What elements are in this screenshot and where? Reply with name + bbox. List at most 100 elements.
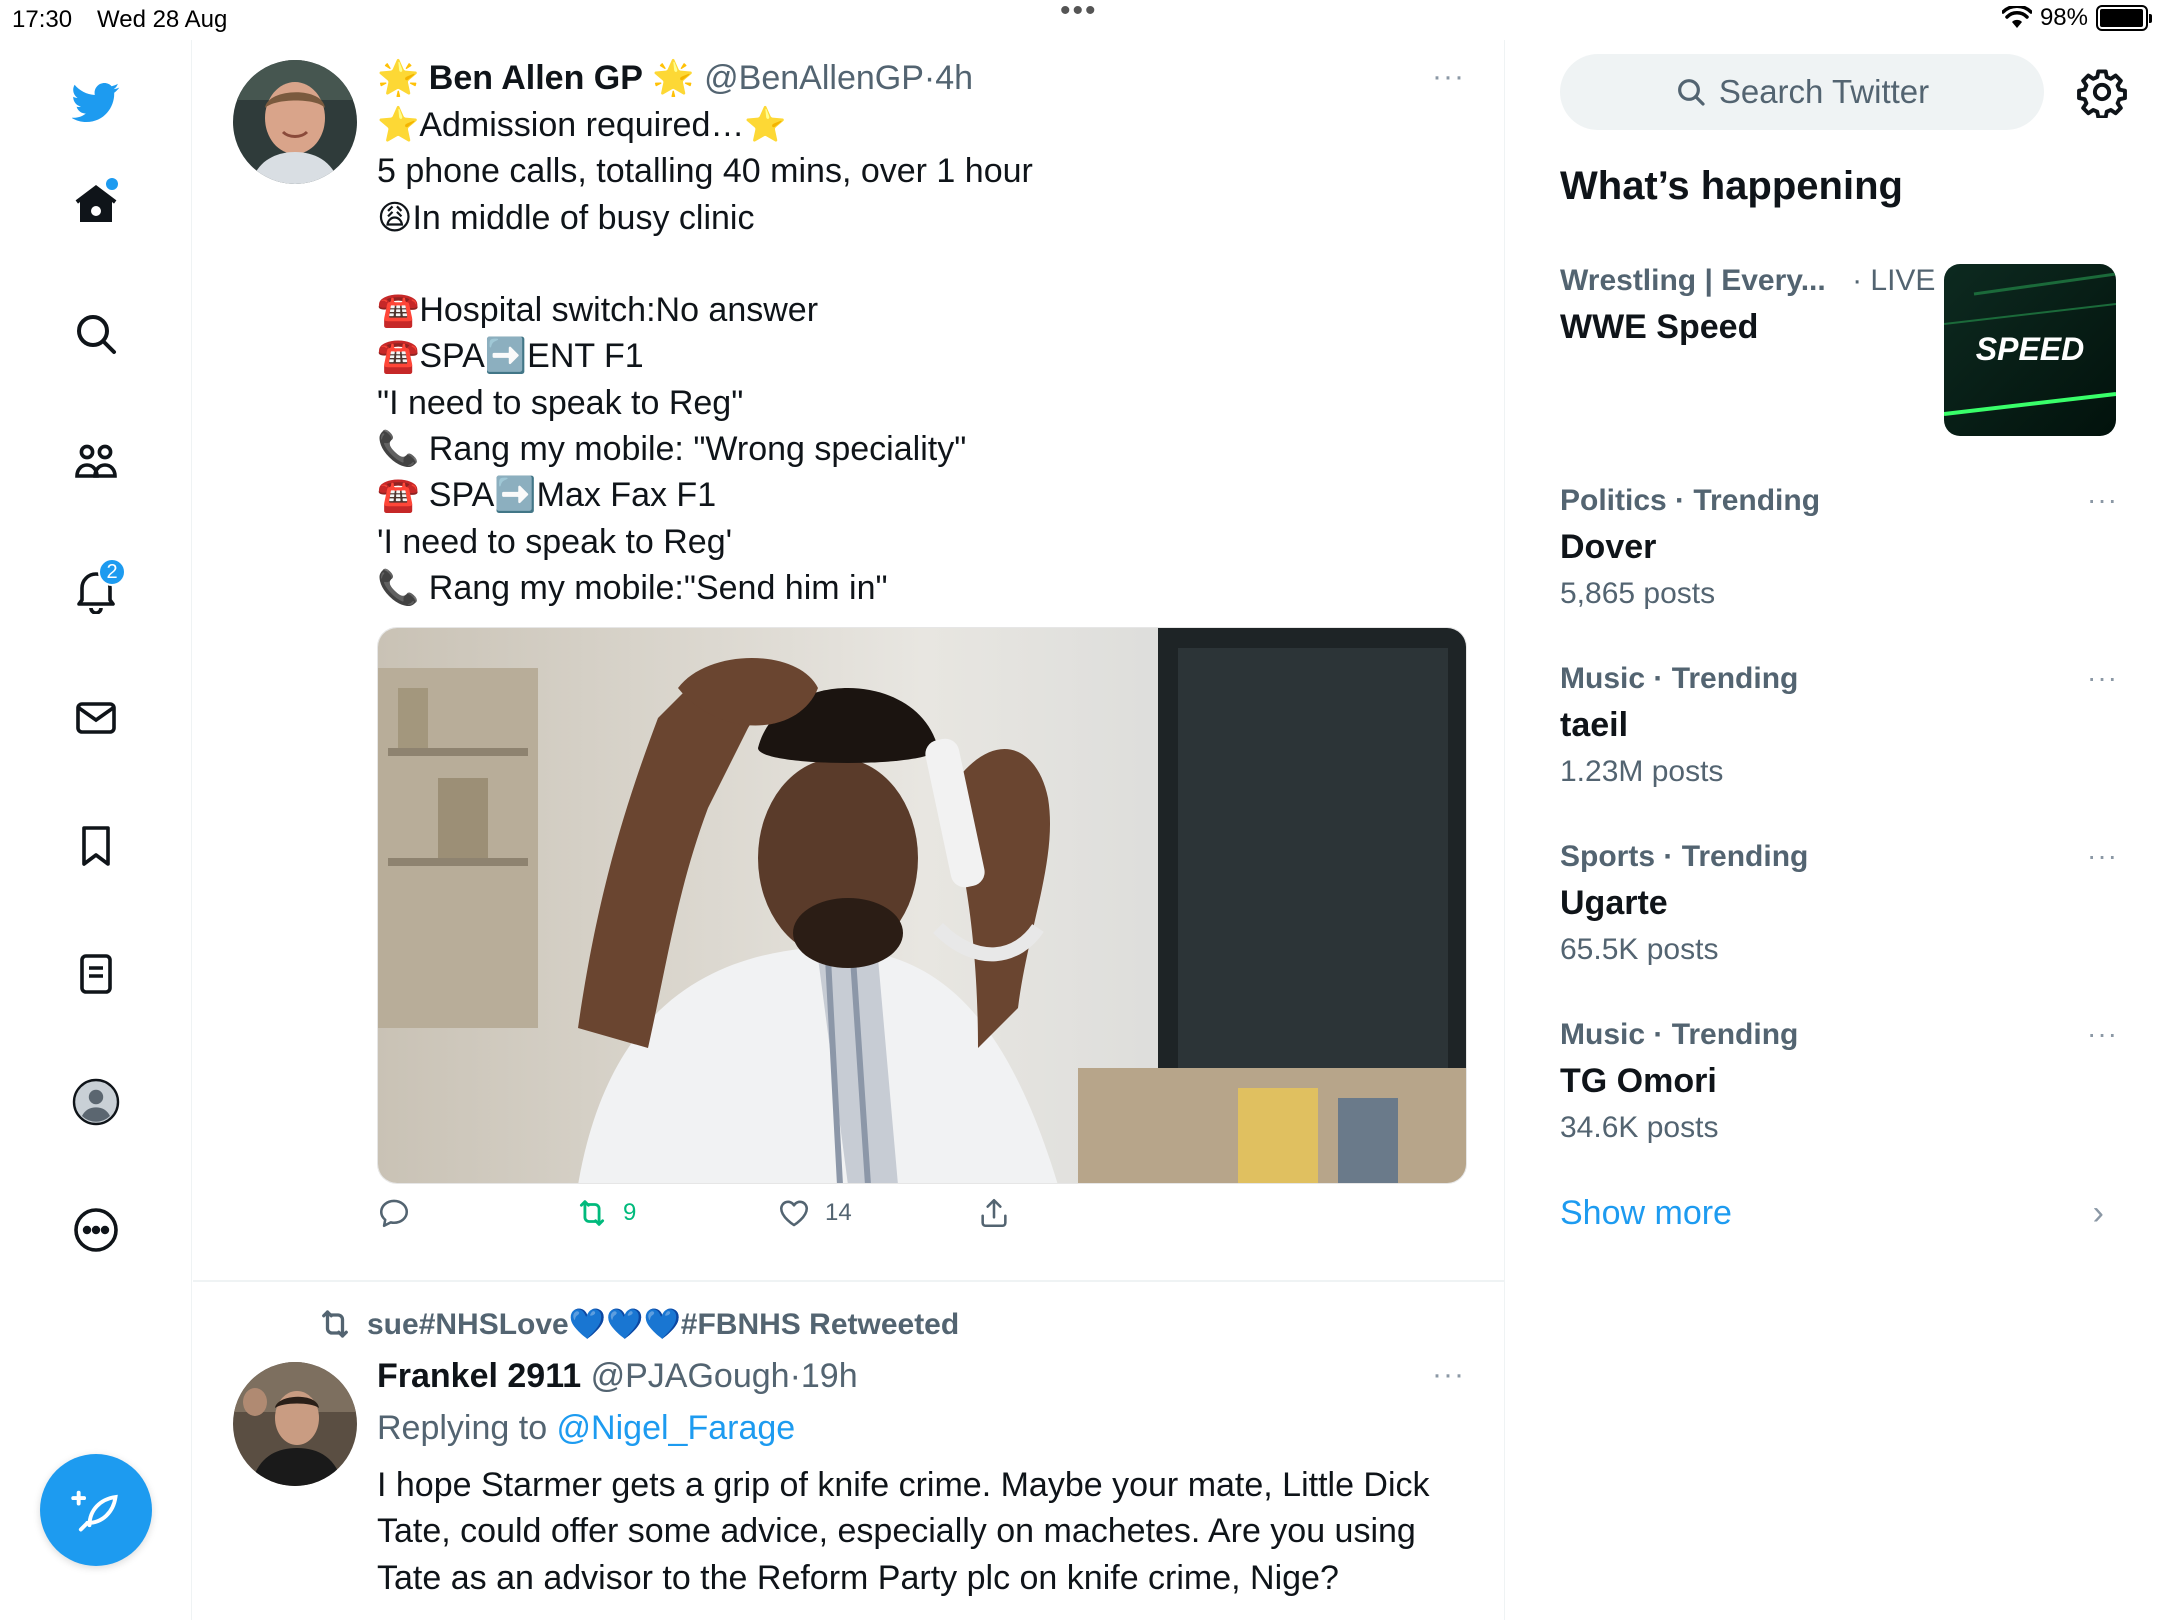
tweet-image[interactable] [377,627,1467,1185]
name-star-right: 🌟 [652,59,695,97]
tweet-body: 🌟 Ben Allen GP 🌟 @BenAllenGP·4h ⭐Admissi… [377,54,1477,1256]
trend-sep: · [1666,484,1694,517]
trend-title: Ugarte [1560,884,1668,922]
reply-button[interactable] [377,1196,425,1230]
trend-title: Dover [1560,528,1657,566]
author-handle[interactable]: @PJAGough [591,1357,790,1395]
share-button[interactable] [977,1196,1011,1230]
notifications-badge: 2 [98,558,126,586]
tweet-time[interactable]: 4h [935,59,973,97]
author-handle[interactable]: @BenAllenGP [704,59,924,97]
twitter-logo-icon[interactable] [64,70,128,134]
trend-label: Trending [1693,484,1821,517]
live-label: · LIVE [1852,264,1936,297]
status-time: 17:30 [12,6,73,33]
search-placeholder: Search Twitter [1718,73,1930,110]
author-name[interactable]: Ben Allen GP [429,59,643,97]
avatar[interactable] [233,1362,357,1486]
retweet-button[interactable]: 9 [575,1196,636,1230]
like-button[interactable]: 14 [777,1196,852,1230]
status-bar: 17:30 Wed 28 Aug ••• 98% [0,0,2160,40]
trend-item[interactable]: Sports · Trending Ugarte 65.5K posts ··· [1560,840,2120,967]
trend-meta: Sports · Trending [1560,840,2120,874]
more-icon[interactable] [64,1198,128,1262]
trend-item[interactable]: Politics · Trending Dover 5,865 posts ··… [1560,484,2120,611]
profile-icon[interactable] [64,1070,128,1134]
avatar[interactable] [233,60,357,184]
header-separator: · [923,59,936,97]
tweet-more-icon[interactable]: ··· [1432,60,1465,94]
replying-to-handle[interactable]: @Nigel_Farage [557,1409,796,1447]
trend-label: Trending [1671,1018,1799,1051]
retweeted-by-text[interactable]: sue#NHSLove💙💙💙#FBNHS Retweeted [367,1307,959,1342]
timeline: 🌟 Ben Allen GP 🌟 @BenAllenGP·4h ⭐Admissi… [193,40,1505,1620]
featured-trend[interactable]: Wrestling | Every... · LIVE WWE Speed SP… [1560,264,2120,444]
trend-more-icon[interactable]: ··· [2087,484,2118,516]
compose-button[interactable] [40,1454,152,1566]
trend-item[interactable]: Music · Trending taeil 1.23M posts ··· [1560,662,2120,789]
trend-more-icon[interactable]: ··· [2087,840,2118,872]
tweet-header: 🌟 Ben Allen GP 🌟 @BenAllenGP·4h [377,54,1477,102]
app-screen: 17:30 Wed 28 Aug ••• 98% 2 🌟 Ben Allen G… [0,0,2160,1620]
tweet-header: Frankel 2911 @PJAGough·19h [377,1352,1477,1400]
search-input[interactable]: Search Twitter [1560,54,2044,130]
trend-title: TG Omori [1560,1062,1717,1100]
thumb-text: SPEED [1976,331,2084,367]
trend-thumbnail[interactable]: SPEED [1944,264,2116,436]
chevron-right-icon: › [2092,1194,2104,1232]
compose-icon [71,1490,118,1532]
trend-count: 65.5K posts [1560,933,1719,966]
trend-more-icon[interactable]: ··· [2087,1018,2118,1050]
wifi-icon [2001,6,2032,28]
trend-category: Music [1560,1018,1646,1051]
trend-meta: Music · Trending [1560,1018,2120,1052]
trend-item[interactable]: Music · Trending TG Omori 34.6K posts ··… [1560,1018,2120,1145]
tweet-frankel[interactable]: sue#NHSLove💙💙💙#FBNHS Retweeted Frankel 2… [193,1282,1505,1620]
tweet-more-icon[interactable]: ··· [1432,1358,1465,1392]
trend-more-icon[interactable]: ··· [2087,662,2118,694]
battery-percent: 98% [2039,4,2088,31]
author-name[interactable]: Frankel 2911 [377,1357,581,1395]
battery-icon [2096,5,2152,31]
status-date: Wed 28 Aug [97,6,228,33]
home-unread-dot [106,178,118,190]
home-icon[interactable] [64,172,128,236]
trend-category: Sports [1560,840,1656,873]
replying-to-prefix: Replying to [377,1409,557,1447]
left-nav: 2 [0,40,192,1620]
bell-icon[interactable]: 2 [64,558,128,622]
tweet-time[interactable]: 19h [801,1357,858,1395]
trend-meta: Politics · Trending [1560,484,2120,518]
bookmark-icon[interactable] [64,814,128,878]
name-star-left: 🌟 [377,59,420,97]
tweet-body: Frankel 2911 @PJAGough·19h Replying to @… [377,1352,1477,1601]
section-title: What’s happening [1560,164,1903,208]
retweet-icon [322,1310,348,1338]
tweet-text: I hope Starmer gets a grip of knife crim… [377,1466,1439,1597]
search-icon[interactable] [64,302,128,366]
retweet-count: 9 [623,1199,637,1227]
trend-count: 5,865 posts [1560,577,1716,610]
communities-icon[interactable] [64,430,128,494]
trend-label: Trending [1681,840,1809,873]
tweet-text: ⭐Admission required…⭐ 5 phone calls, tot… [377,106,1033,607]
trend-category: Politics [1560,484,1667,517]
show-more-label: Show more [1560,1194,1732,1232]
settings-gear-icon[interactable] [2076,66,2128,120]
right-sidebar: Search Twitter What’s happening Wrestlin… [1560,40,2127,1620]
trend-meta: Music · Trending [1560,662,2120,696]
tweet-ben-allen[interactable]: 🌟 Ben Allen GP 🌟 @BenAllenGP·4h ⭐Admissi… [193,40,1505,1278]
replying-to: Replying to @Nigel_Farage [377,1404,1477,1452]
like-count: 14 [825,1199,852,1227]
trend-count: 1.23M posts [1560,755,1724,788]
trend-title: taeil [1560,706,1629,744]
lists-icon[interactable] [64,942,128,1006]
mail-icon[interactable] [64,686,128,750]
trend-category: Music [1560,662,1646,695]
search-icon [1677,79,1705,106]
trend-count: 34.6K posts [1560,1111,1719,1144]
trend-category: Wrestling | Every... [1560,264,1826,297]
show-more-link[interactable]: Show more › [1560,1194,2120,1233]
trend-sep: · [1655,840,1682,873]
multitasking-dots-icon[interactable]: ••• [1060,0,1098,28]
